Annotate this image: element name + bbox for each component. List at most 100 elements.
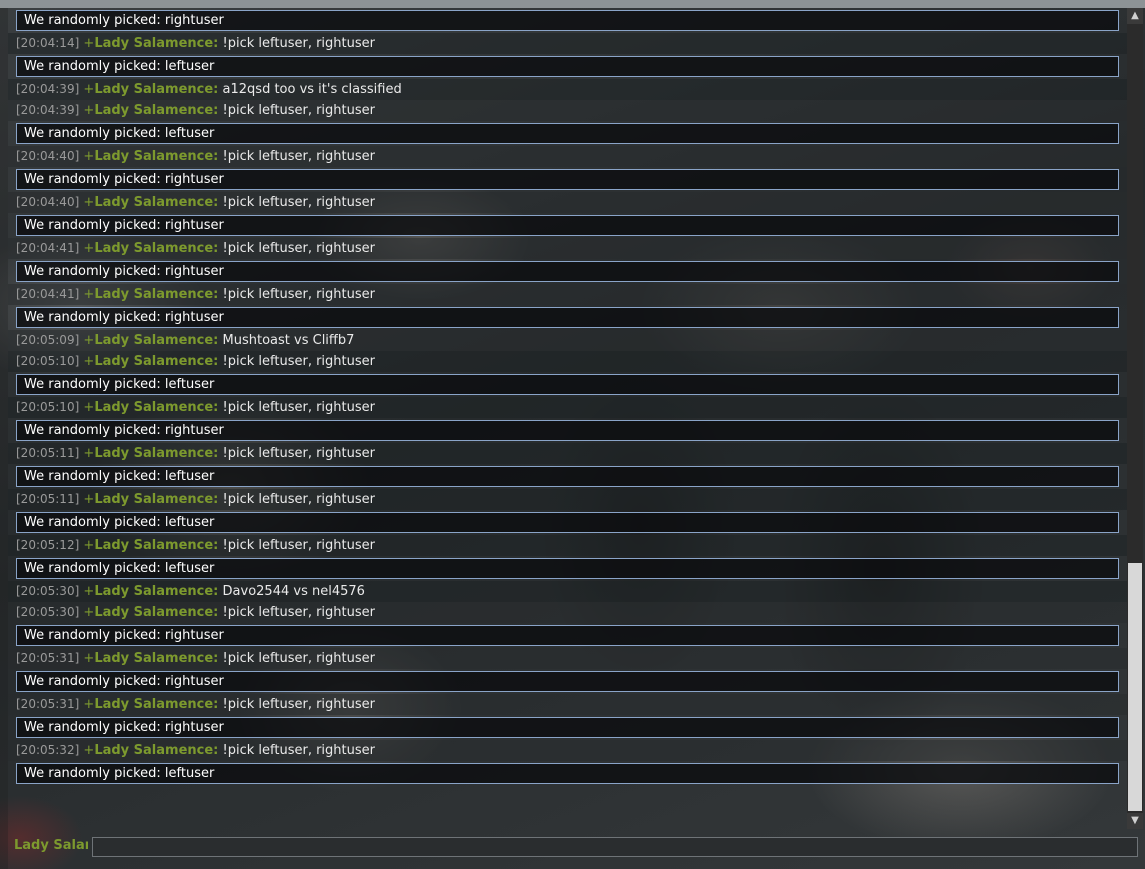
chat-message: [20:04:14] +Lady Salamence: !pick leftus… xyxy=(8,33,1127,54)
own-nickname-label: Lady Salam xyxy=(14,838,88,853)
voice-rank-symbol: + xyxy=(83,446,95,461)
message-username[interactable]: Lady Salamence: xyxy=(94,36,218,51)
message-username[interactable]: Lady Salamence: xyxy=(94,287,218,302)
message-username[interactable]: Lady Salamence: xyxy=(94,492,218,507)
message-text: a12qsd too vs it's classified xyxy=(222,82,402,97)
bot-announcement: We randomly picked: leftuser xyxy=(16,374,1119,395)
message-timestamp: [20:04:40] xyxy=(16,149,80,163)
message-username[interactable]: Lady Salamence: xyxy=(94,743,218,758)
chat-log[interactable]: We randomly picked: rightuser [20:04:14] … xyxy=(8,8,1127,829)
voice-rank-symbol: + xyxy=(83,538,95,553)
message-timestamp: [20:05:11] xyxy=(16,446,80,460)
scroll-down-arrow-icon[interactable]: ▼ xyxy=(1127,813,1143,829)
voice-rank-symbol: + xyxy=(83,36,95,51)
bot-announcement: We randomly picked: leftuser xyxy=(16,558,1119,579)
bot-announcement: We randomly picked: rightuser xyxy=(16,169,1119,190)
message-username[interactable]: Lady Salamence: xyxy=(94,195,218,210)
message-username[interactable]: Lady Salamence: xyxy=(94,354,218,369)
scroll-up-arrow-icon[interactable]: ▲ xyxy=(1127,8,1143,24)
message-timestamp: [20:05:30] xyxy=(16,584,80,598)
bot-announcement: We randomly picked: leftuser xyxy=(16,123,1119,144)
voice-rank-symbol: + xyxy=(83,400,95,415)
message-timestamp: [20:04:41] xyxy=(16,241,80,255)
message-text: !pick leftuser, rightuser xyxy=(222,446,375,461)
voice-rank-symbol: + xyxy=(83,354,95,369)
chat-message: [20:04:40] +Lady Salamence: !pick leftus… xyxy=(8,192,1127,213)
message-timestamp: [20:04:40] xyxy=(16,195,80,209)
voice-rank-symbol: + xyxy=(83,605,95,620)
message-username[interactable]: Lady Salamence: xyxy=(94,241,218,256)
bot-announcement: We randomly picked: rightuser xyxy=(16,10,1119,31)
chat-message: [20:05:09] +Lady Salamence: Mushtoast vs… xyxy=(8,330,1127,351)
message-text: !pick leftuser, rightuser xyxy=(222,354,375,369)
chat-input-bar: Lady Salam xyxy=(8,834,1139,860)
message-text: !pick leftuser, rightuser xyxy=(222,400,375,415)
bot-announcement: We randomly picked: rightuser xyxy=(16,625,1119,646)
message-timestamp: [20:05:11] xyxy=(16,492,80,506)
bot-announcement: We randomly picked: leftuser xyxy=(16,466,1119,487)
message-username[interactable]: Lady Salamence: xyxy=(94,333,218,348)
chat-scrollbar[interactable]: ▲ ▼ xyxy=(1127,8,1143,829)
message-timestamp: [20:04:41] xyxy=(16,287,80,301)
message-username[interactable]: Lady Salamence: xyxy=(94,584,218,599)
message-username[interactable]: Lady Salamence: xyxy=(94,651,218,666)
message-text: Mushtoast vs Cliffb7 xyxy=(222,333,355,348)
bot-announcement: We randomly picked: rightuser xyxy=(16,261,1119,282)
chat-message: [20:05:10] +Lady Salamence: !pick leftus… xyxy=(8,397,1127,418)
message-text: !pick leftuser, rightuser xyxy=(222,743,375,758)
message-username[interactable]: Lady Salamence: xyxy=(94,697,218,712)
chat-message: [20:05:10] +Lady Salamence: !pick leftus… xyxy=(8,351,1127,372)
chat-message: [20:05:11] +Lady Salamence: !pick leftus… xyxy=(8,443,1127,464)
voice-rank-symbol: + xyxy=(83,584,95,599)
message-text: !pick leftuser, rightuser xyxy=(222,651,375,666)
message-text: !pick leftuser, rightuser xyxy=(222,697,375,712)
message-text: !pick leftuser, rightuser xyxy=(222,241,375,256)
message-text: !pick leftuser, rightuser xyxy=(222,492,375,507)
chat-message: [20:04:39] +Lady Salamence: a12qsd too v… xyxy=(8,79,1127,100)
message-username[interactable]: Lady Salamence: xyxy=(94,103,218,118)
chat-message-input[interactable] xyxy=(92,837,1138,857)
window-top-edge xyxy=(0,0,1145,8)
message-timestamp: [20:05:31] xyxy=(16,697,80,711)
message-text: !pick leftuser, rightuser xyxy=(222,36,375,51)
message-timestamp: [20:05:32] xyxy=(16,743,80,757)
bot-announcement: We randomly picked: rightuser xyxy=(16,307,1119,328)
message-text: !pick leftuser, rightuser xyxy=(222,605,375,620)
bot-announcement: We randomly picked: leftuser xyxy=(16,763,1119,784)
message-timestamp: [20:04:14] xyxy=(16,36,80,50)
message-timestamp: [20:04:39] xyxy=(16,103,80,117)
chat-message: [20:05:32] +Lady Salamence: !pick leftus… xyxy=(8,740,1127,761)
message-text: !pick leftuser, rightuser xyxy=(222,287,375,302)
message-username[interactable]: Lady Salamence: xyxy=(94,446,218,461)
voice-rank-symbol: + xyxy=(83,149,95,164)
chat-message: [20:04:41] +Lady Salamence: !pick leftus… xyxy=(8,238,1127,259)
message-timestamp: [20:05:30] xyxy=(16,605,80,619)
voice-rank-symbol: + xyxy=(83,333,95,348)
scrollbar-thumb[interactable] xyxy=(1128,563,1142,811)
message-text: !pick leftuser, rightuser xyxy=(222,103,375,118)
message-text: Davo2544 vs nel4576 xyxy=(222,584,365,599)
voice-rank-symbol: + xyxy=(83,492,95,507)
message-username[interactable]: Lady Salamence: xyxy=(94,82,218,97)
bot-announcement: We randomly picked: leftuser xyxy=(16,512,1119,533)
chat-message: [20:04:41] +Lady Salamence: !pick leftus… xyxy=(8,284,1127,305)
message-timestamp: [20:05:31] xyxy=(16,651,80,665)
message-username[interactable]: Lady Salamence: xyxy=(94,605,218,620)
chat-message: [20:05:11] +Lady Salamence: !pick leftus… xyxy=(8,489,1127,510)
voice-rank-symbol: + xyxy=(83,195,95,210)
bot-announcement: We randomly picked: rightuser xyxy=(16,717,1119,738)
bot-announcement: We randomly picked: leftuser xyxy=(16,56,1119,77)
message-text: !pick leftuser, rightuser xyxy=(222,195,375,210)
message-username[interactable]: Lady Salamence: xyxy=(94,400,218,415)
message-timestamp: [20:05:12] xyxy=(16,538,80,552)
message-username[interactable]: Lady Salamence: xyxy=(94,538,218,553)
voice-rank-symbol: + xyxy=(83,241,95,256)
chat-message: [20:05:30] +Lady Salamence: Davo2544 vs … xyxy=(8,581,1127,602)
bot-announcement: We randomly picked: rightuser xyxy=(16,215,1119,236)
message-text: !pick leftuser, rightuser xyxy=(222,149,375,164)
voice-rank-symbol: + xyxy=(83,697,95,712)
message-username[interactable]: Lady Salamence: xyxy=(94,149,218,164)
bot-announcement: We randomly picked: rightuser xyxy=(16,671,1119,692)
voice-rank-symbol: + xyxy=(83,103,95,118)
message-timestamp: [20:04:39] xyxy=(16,82,80,96)
